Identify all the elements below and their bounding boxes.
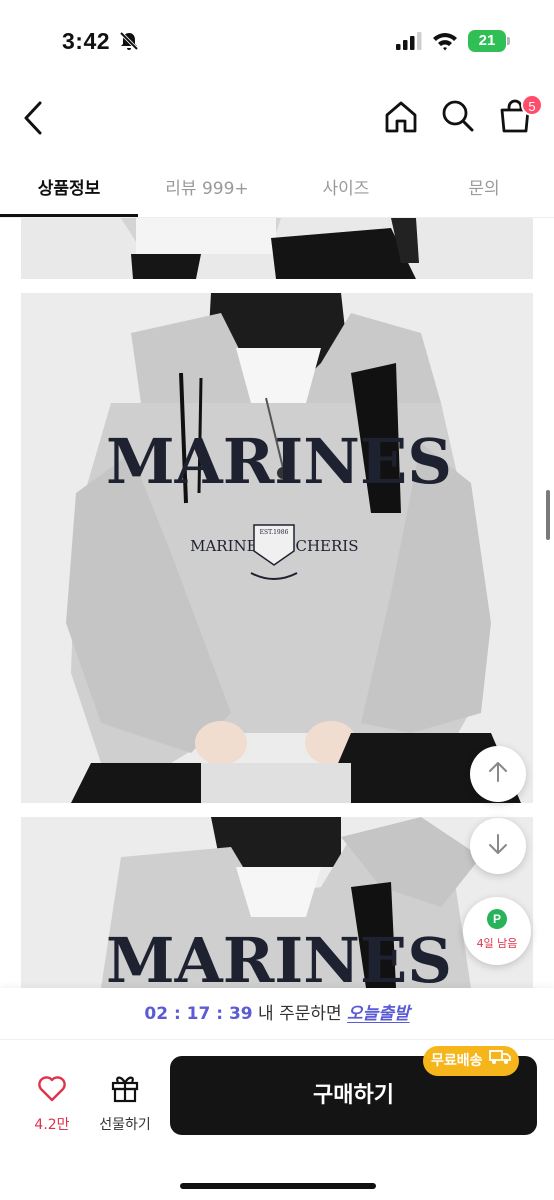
product-photo-1 — [21, 218, 533, 279]
tab-inquiry[interactable]: 문의 — [415, 174, 553, 199]
gift-icon — [109, 1076, 141, 1108]
product-detail-content[interactable]: MARINES MARINES CHERIS EST.1986 MARINES — [0, 218, 554, 988]
search-icon[interactable] — [440, 98, 476, 138]
print-sub-right: CHERIS — [295, 537, 358, 555]
tab-reviews[interactable]: 리뷰 999+ — [138, 174, 276, 199]
home-icon[interactable] — [383, 99, 419, 139]
gift-button[interactable]: 선물하기 — [90, 1070, 160, 1140]
free-shipping-label: 무료배송 — [431, 1053, 483, 1069]
status-bar: 3:42 21 — [0, 0, 554, 84]
product-tabs: 상품정보 리뷰 999+ 사이즈 문의 — [0, 160, 554, 218]
status-time: 3:42 — [62, 28, 111, 54]
product-photo-2: MARINES MARINES CHERIS EST.1986 — [21, 293, 533, 803]
tab-size[interactable]: 사이즈 — [277, 174, 415, 199]
battery-cap — [507, 37, 510, 45]
print-main-text: MARINES — [106, 425, 452, 498]
top-nav-bar: 5 — [0, 84, 554, 154]
countdown-timer: 02 : 17 : 39 — [144, 1004, 253, 1024]
print-main-text-2: MARINES — [106, 924, 452, 988]
same-day-dispatch-text: 오늘출발 — [347, 1004, 410, 1024]
timer-middle-text: 내 주문하면 — [258, 1004, 342, 1024]
gift-label: 선물하기 — [99, 1117, 151, 1133]
bell-muted-icon — [118, 30, 140, 56]
like-count: 4.2만 — [34, 1117, 70, 1133]
like-button[interactable]: 4.2만 — [22, 1070, 82, 1140]
free-shipping-badge: 무료배송 — [423, 1046, 519, 1076]
points-button[interactable]: P 4일 남음 — [463, 897, 531, 965]
home-indicator[interactable] — [180, 1183, 376, 1189]
arrow-down-icon — [487, 833, 509, 859]
cellular-signal-icon — [396, 32, 422, 54]
wifi-icon — [432, 31, 458, 55]
heart-icon — [37, 1076, 67, 1106]
product-photo-3: MARINES — [21, 817, 533, 988]
scroll-down-button[interactable] — [470, 818, 526, 874]
tab-product-info[interactable]: 상품정보 — [0, 174, 138, 199]
cart-count-badge: 5 — [521, 94, 543, 116]
scrollbar-thumb[interactable] — [546, 490, 550, 540]
points-icon: P — [487, 909, 507, 929]
battery-indicator: 21 — [468, 30, 506, 52]
arrow-up-icon — [487, 761, 509, 787]
truck-icon — [488, 1046, 511, 1076]
scroll-up-button[interactable] — [470, 746, 526, 802]
active-tab-indicator — [0, 214, 138, 217]
print-badge-text: EST.1986 — [260, 529, 289, 536]
points-remaining-label: 4일 남음 — [476, 937, 518, 950]
back-arrow-icon[interactable] — [22, 100, 46, 140]
delivery-timer-bar: 02 : 17 : 39 내 주문하면 오늘출발 — [0, 988, 554, 1040]
